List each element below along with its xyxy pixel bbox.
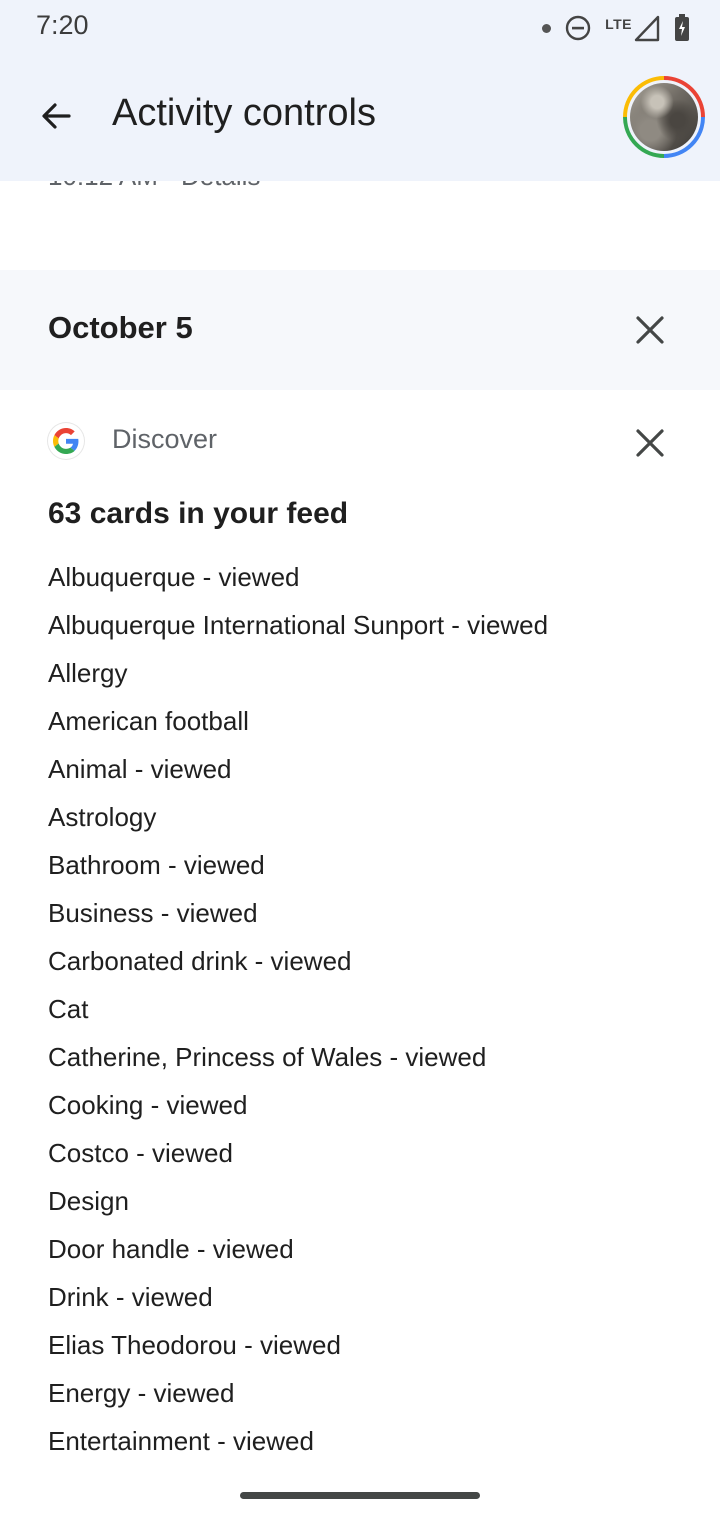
product-name: Discover [112, 424, 218, 454]
status-bar: 7:20 LTE [0, 0, 720, 56]
gesture-nav-handle[interactable] [240, 1492, 480, 1499]
network-type-label: LTE [605, 16, 632, 32]
back-button[interactable] [28, 88, 84, 144]
status-icons: LTE [542, 10, 690, 46]
list-item: Carbonated drink - viewed [48, 946, 352, 976]
list-item: Cooking - viewed [48, 1090, 248, 1120]
signal-strength-icon [634, 15, 660, 42]
list-item: Albuquerque International Sunport - view… [48, 610, 549, 640]
app-bar: Activity controls [0, 56, 720, 181]
previous-item-details: 10:12 AM · Details [48, 181, 260, 192]
delete-card-button[interactable] [626, 419, 674, 467]
list-item: Elias Theodorou - viewed [48, 1330, 341, 1360]
list-item: Astrology [48, 802, 157, 832]
list-item: Animal - viewed [48, 754, 232, 784]
close-icon [636, 316, 664, 344]
lte-signal-icon: LTE [605, 14, 660, 42]
list-item: Drink - viewed [48, 1282, 213, 1312]
date-section-header: October 5 [0, 270, 720, 390]
list-item: Allergy [48, 658, 128, 688]
google-g-icon [48, 423, 84, 459]
do-not-disturb-icon [565, 15, 591, 41]
list-item: Entertainment - viewed [48, 1426, 314, 1456]
close-icon [636, 429, 664, 457]
list-item: Business - viewed [48, 898, 258, 928]
list-item: Costco - viewed [48, 1138, 233, 1168]
account-avatar[interactable] [622, 75, 706, 159]
battery-icon [675, 14, 689, 41]
arrow-back-icon [42, 103, 71, 129]
list-item: Door handle - viewed [48, 1234, 294, 1264]
list-item: American football [48, 706, 249, 736]
status-time: 7:20 [36, 10, 89, 40]
page-title: Activity controls [112, 92, 376, 134]
list-item: Catherine, Princess of Wales - viewed [48, 1042, 487, 1072]
list-item: Bathroom - viewed [48, 850, 265, 880]
delete-day-button[interactable] [626, 306, 674, 354]
activity-list[interactable]: 10:12 AM · Details October 5 Discover 63… [0, 181, 720, 1520]
list-item: Design [48, 1186, 129, 1216]
list-item: Cat [48, 994, 89, 1024]
list-item: Energy - viewed [48, 1378, 235, 1408]
feed-heading: 63 cards in your feed [48, 497, 349, 530]
activity-card-header: Discover [0, 417, 720, 477]
date-label: October 5 [48, 310, 193, 345]
feed-card-list: Albuquerque - viewed Albuquerque Interna… [48, 553, 548, 1465]
notification-dot-icon [542, 23, 552, 33]
list-item: Albuquerque - viewed [48, 562, 300, 592]
avatar-photo [630, 83, 698, 151]
